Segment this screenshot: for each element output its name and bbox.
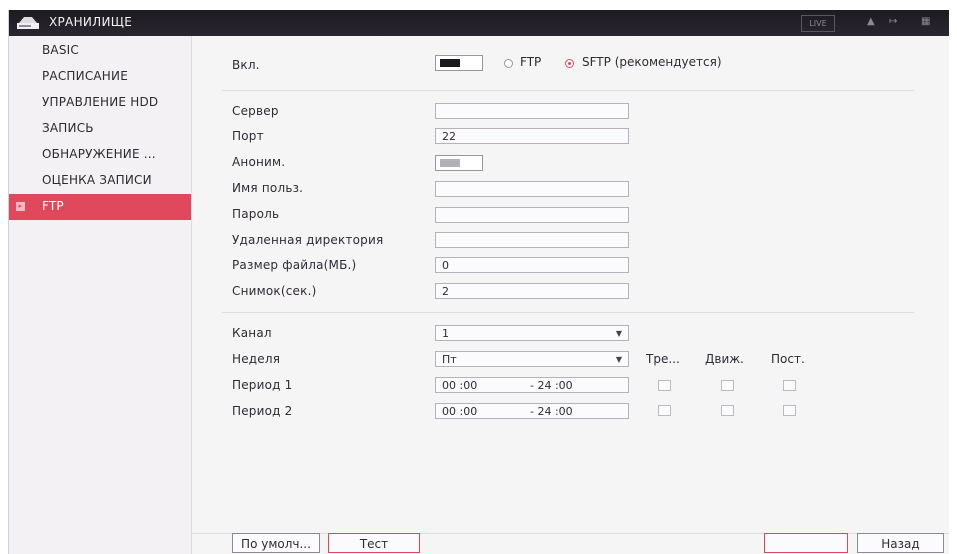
period-1-regular-checkbox[interactable] — [783, 380, 796, 391]
period-2-label: Период 2 — [232, 404, 293, 418]
alarm-column-header: Тре... — [646, 352, 680, 366]
toggle-knob — [440, 159, 460, 167]
port-input[interactable]: 22 — [435, 128, 629, 144]
sftp-radio-label: SFTP (рекомендуется) — [582, 55, 722, 69]
toggle-knob — [440, 59, 460, 67]
chevron-right-icon: ▸ — [16, 202, 25, 211]
snapshot-input[interactable]: 2 — [435, 283, 629, 299]
sidebar-item-hdd-manage[interactable]: УПРАВЛЕНИЕ HDD — [9, 90, 191, 116]
ftp-settings-panel: Вкл. FTP SFTP (рекомендуется) Сервер Пор… — [192, 36, 949, 554]
anonymous-toggle[interactable] — [435, 155, 483, 171]
remote-dir-label: Удаленная директория — [232, 233, 384, 247]
period-start: 00 :00 — [442, 405, 478, 418]
grid-menu-icon[interactable]: ▦ — [921, 16, 930, 27]
week-label: Неделя — [232, 352, 281, 366]
enable-label: Вкл. — [232, 58, 260, 72]
week-value: Пт — [442, 353, 457, 366]
ftp-radio-label: FTP — [520, 55, 542, 69]
channel-select[interactable]: 1 ▼ — [435, 325, 629, 341]
sidebar-item-label: FTP — [42, 199, 64, 213]
remote-dir-input[interactable] — [435, 232, 629, 248]
password-label: Пароль — [232, 207, 280, 221]
snapshot-label: Снимок(сек.) — [232, 284, 317, 298]
sidebar-item-label: ОЦЕНКА ЗАПИСИ — [42, 173, 152, 187]
sidebar: BASIC РАСПИСАНИЕ УПРАВЛЕНИЕ HDD ЗАПИСЬ О… — [9, 36, 192, 554]
sidebar-item-record-estimate[interactable]: ОЦЕНКА ЗАПИСИ — [9, 168, 191, 194]
sidebar-item-basic[interactable]: BASIC — [9, 38, 191, 64]
top-bar: ХРАНИЛИЩЕ LIVE ▲ ↦ ▦ — [9, 10, 949, 36]
period-1-time-input[interactable]: 00 :00 - 24 :00 — [435, 377, 629, 393]
live-button[interactable]: LIVE — [801, 15, 835, 32]
sidebar-item-label: ОБНАРУЖЕНИЕ ... — [42, 147, 156, 161]
period-2-time-input[interactable]: 00 :00 - 24 :00 — [435, 403, 629, 419]
period-1-label: Период 1 — [232, 378, 293, 392]
sidebar-item-record[interactable]: ЗАПИСЬ — [9, 116, 191, 142]
divider — [222, 312, 914, 313]
anonymous-label: Аноним. — [232, 155, 286, 169]
ftp-radio[interactable] — [504, 59, 513, 68]
chevron-down-icon: ▼ — [615, 329, 622, 338]
username-input[interactable] — [435, 181, 629, 197]
channel-value: 1 — [442, 327, 449, 340]
period-end: - 24 :00 — [530, 405, 573, 418]
divider — [222, 90, 914, 91]
ok-button[interactable] — [764, 533, 848, 553]
sftp-radio[interactable] — [565, 59, 574, 68]
sidebar-item-ftp[interactable]: ▸ FTP — [9, 194, 191, 220]
period-2-alarm-checkbox[interactable] — [658, 405, 671, 416]
week-select[interactable]: Пт ▼ — [435, 351, 629, 367]
username-label: Имя польз. — [232, 181, 304, 195]
test-button[interactable]: Тест — [328, 533, 420, 553]
server-label: Сервер — [232, 104, 279, 118]
logout-icon[interactable]: ↦ — [889, 16, 897, 27]
file-size-input[interactable]: 0 — [435, 257, 629, 273]
storage-logo-icon — [17, 17, 39, 29]
user-icon[interactable]: ▲ — [867, 16, 875, 27]
sidebar-item-label: РАСПИСАНИЕ — [42, 69, 128, 83]
regular-column-header: Пост. — [771, 352, 805, 366]
period-1-motion-checkbox[interactable] — [721, 380, 734, 391]
server-input[interactable] — [435, 103, 629, 119]
sidebar-item-label: ЗАПИСЬ — [42, 121, 94, 135]
back-button[interactable]: Назад — [857, 533, 944, 553]
period-1-alarm-checkbox[interactable] — [658, 380, 671, 391]
period-2-regular-checkbox[interactable] — [783, 405, 796, 416]
motion-column-header: Движ. — [705, 352, 744, 366]
enable-toggle[interactable] — [435, 55, 483, 71]
period-2-motion-checkbox[interactable] — [721, 405, 734, 416]
period-start: 00 :00 — [442, 379, 478, 392]
period-end: - 24 :00 — [530, 379, 573, 392]
file-size-label: Размер файла(МБ.) — [232, 258, 357, 272]
sidebar-item-schedule[interactable]: РАСПИСАНИЕ — [9, 64, 191, 90]
sidebar-item-label: BASIC — [42, 43, 79, 57]
port-label: Порт — [232, 129, 264, 143]
chevron-down-icon: ▼ — [615, 355, 622, 364]
default-button[interactable]: По умолч... — [232, 533, 320, 553]
page-title: ХРАНИЛИЩЕ — [49, 15, 133, 29]
sidebar-item-label: УПРАВЛЕНИЕ HDD — [42, 95, 159, 109]
password-input[interactable] — [435, 207, 629, 223]
sidebar-item-detection[interactable]: ОБНАРУЖЕНИЕ ... — [9, 142, 191, 168]
storage-window: ХРАНИЛИЩЕ LIVE ▲ ↦ ▦ BASIC РАСПИСАНИЕ УП… — [8, 10, 949, 554]
channel-label: Канал — [232, 326, 272, 340]
